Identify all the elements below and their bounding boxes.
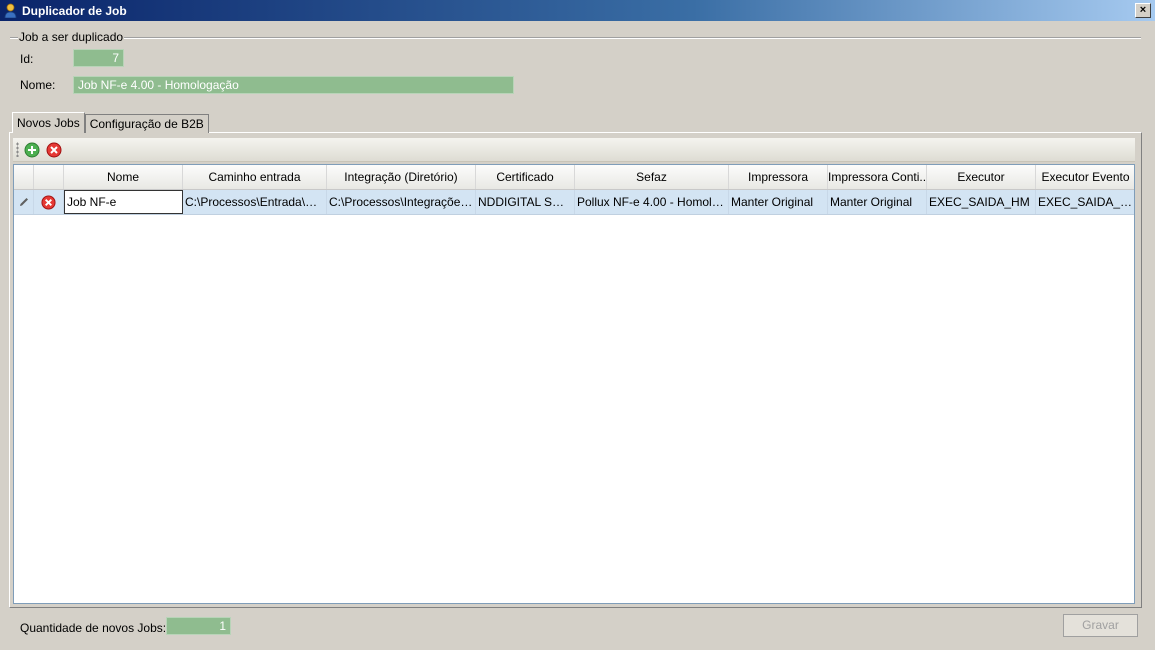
header-delete xyxy=(34,165,64,189)
id-label: Id: xyxy=(20,52,34,66)
cell-certificado[interactable]: NDDIGITAL SOFT... xyxy=(476,190,575,214)
cell-nome-input[interactable]: Job NF-e xyxy=(64,190,183,214)
cell-impressora[interactable]: Manter Original xyxy=(729,190,828,214)
toolbar-grip[interactable] xyxy=(16,142,19,157)
header-caminho-entrada[interactable]: Caminho entrada xyxy=(183,165,327,189)
row-delete-button[interactable] xyxy=(34,190,64,214)
add-circle-icon xyxy=(24,142,40,157)
cell-sefaz[interactable]: Pollux NF-e 4.00 - Homolog... xyxy=(575,190,729,214)
cell-executor[interactable]: EXEC_SAIDA_HM xyxy=(927,190,1036,214)
header-sefaz[interactable]: Sefaz xyxy=(575,165,729,189)
delete-icon xyxy=(41,194,56,210)
tab-novos-jobs[interactable]: Novos Jobs xyxy=(12,112,85,133)
table-row[interactable]: Job NF-e C:\Processos\Entrada\NF-... C:\… xyxy=(14,190,1134,215)
cell-caminho-entrada[interactable]: C:\Processos\Entrada\NF-... xyxy=(183,190,327,214)
cell-integracao[interactable]: C:\Processos\Integrações\... xyxy=(327,190,476,214)
remove-job-button[interactable] xyxy=(45,141,63,159)
name-field[interactable]: Job NF-e 4.00 - Homologação xyxy=(73,76,514,94)
remove-circle-icon xyxy=(46,142,62,157)
grid-header: Nome Caminho entrada Integração (Diretór… xyxy=(14,165,1134,190)
new-jobs-count-field[interactable]: 1 xyxy=(166,617,231,635)
toolbar xyxy=(13,138,1135,162)
header-executor-evento[interactable]: Executor Evento xyxy=(1036,165,1134,189)
id-field[interactable]: 7 xyxy=(73,49,124,67)
group-divider xyxy=(10,37,1141,39)
row-edit-cell xyxy=(14,190,34,214)
tab-strip: Novos Jobs Configuração de B2B xyxy=(12,112,209,133)
save-button[interactable]: Gravar xyxy=(1063,614,1138,637)
header-edit xyxy=(14,165,34,189)
cell-impressora-conti[interactable]: Manter Original xyxy=(828,190,927,214)
name-label: Nome: xyxy=(20,78,56,92)
add-job-button[interactable] xyxy=(23,141,41,159)
title-bar: Duplicador de Job × xyxy=(0,0,1155,21)
tab-configuracao-b2b[interactable]: Configuração de B2B xyxy=(84,114,209,133)
cell-executor-evento[interactable]: EXEC_SAIDA_HM... xyxy=(1036,190,1134,214)
header-integracao[interactable]: Integração (Diretório) xyxy=(327,165,476,189)
pencil-icon xyxy=(19,198,28,206)
header-impressora[interactable]: Impressora xyxy=(729,165,828,189)
close-button[interactable]: × xyxy=(1135,3,1151,18)
window-title: Duplicador de Job xyxy=(22,3,127,18)
group-label: Job a ser duplicado xyxy=(18,30,125,44)
header-executor[interactable]: Executor xyxy=(927,165,1036,189)
header-impressora-conti[interactable]: Impressora Conti... xyxy=(828,165,927,189)
jobs-grid: Nome Caminho entrada Integração (Diretór… xyxy=(13,164,1135,604)
new-jobs-count-label: Quantidade de novos Jobs: xyxy=(20,621,167,635)
user-icon xyxy=(4,3,18,19)
header-certificado[interactable]: Certificado xyxy=(476,165,575,189)
header-nome[interactable]: Nome xyxy=(64,165,183,189)
